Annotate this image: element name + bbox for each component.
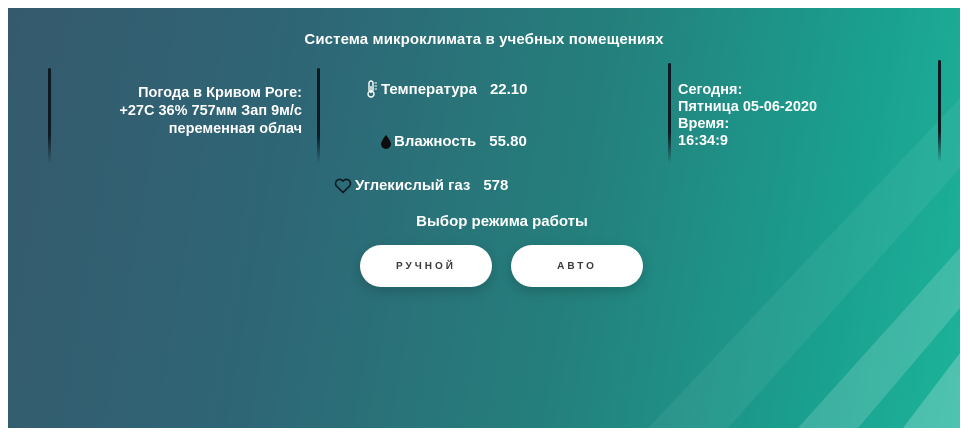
main-panel: Система микроклимата в учебных помещения… [8,8,960,428]
co2-label: Углекислый газ [355,177,471,194]
date-value: Пятница 05-06-2020 [678,99,818,115]
co2-value: 578 [483,177,509,194]
divider-line [48,68,51,163]
humidity-label: Влажность [394,133,477,150]
page-title: Система микроклимата в учебных помещения… [304,31,664,48]
temperature-row: Температура 22.10 [366,80,527,98]
temperature-value: 22.10 [489,80,528,98]
heart-icon [334,178,352,194]
auto-mode-button[interactable]: АВТО [511,245,643,287]
divider-line [668,63,671,163]
co2-row: Углекислый газ 578 [334,177,508,194]
humidity-row: Влажность 55.80 [381,133,527,150]
thermometer-icon [366,80,378,98]
weather-title: Погода в Кривом Роге: [138,85,302,101]
mode-title: Выбор режима работы [416,213,588,230]
time-value: 16:34:9 [678,133,728,149]
today-label: Сегодня: [678,82,743,98]
time-label: Время: [678,116,730,132]
divider-line [317,68,320,163]
temperature-label: Температура [381,80,477,98]
droplet-icon [381,134,391,149]
weather-values: +27С 36% 757мм Зап 9м/с [119,103,302,119]
weather-info: Погода в Кривом Роге: +27С 36% 757мм Зап… [62,84,302,138]
manual-mode-button[interactable]: РУЧНОЙ [360,245,492,287]
humidity-value: 55.80 [489,133,527,150]
weather-description: переменная облач [168,121,302,137]
divider-line [938,60,941,162]
datetime-info: Сегодня: Пятница 05-06-2020 Время: 16:34… [678,82,817,150]
